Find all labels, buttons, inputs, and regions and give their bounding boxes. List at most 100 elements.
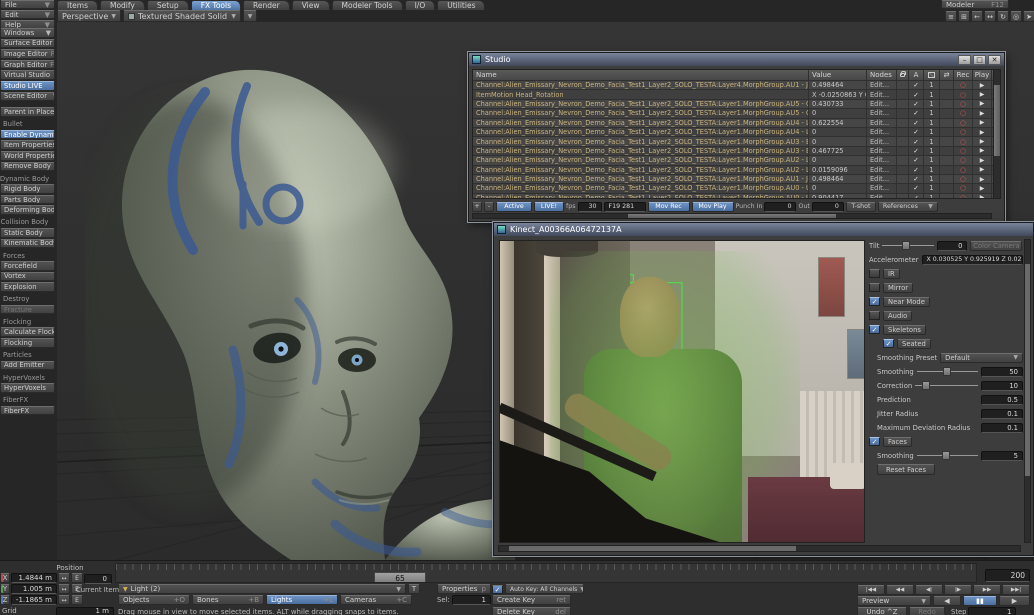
active-checkmark[interactable]: ✓ (909, 137, 924, 145)
sidebar-item[interactable]: Kinematic Body (0, 239, 55, 249)
remove-button[interactable]: - (484, 202, 494, 212)
transport-button[interactable]: ◀| (915, 585, 943, 595)
channel-row[interactable]: Channel:Alien_Emissary_Nevron_Demo_Facia… (473, 156, 1000, 165)
sidebar-item[interactable]: Enable Dynamics (0, 130, 55, 140)
main-tab[interactable]: Render (243, 0, 290, 10)
close-button[interactable]: ✕ (988, 55, 1001, 65)
out-field[interactable]: 0 (812, 202, 844, 212)
lock-cell[interactable] (897, 184, 909, 192)
channel-value[interactable]: 0.622554 (809, 119, 867, 127)
properties-button[interactable]: Properties p (437, 584, 491, 594)
menu-button[interactable]: File ▼ (0, 0, 55, 9)
sidebar-item[interactable]: Bullet (0, 120, 55, 129)
viewport-nav-icon[interactable]: ↔ (984, 11, 996, 22)
nodes-edit-button[interactable]: Edit... (867, 166, 897, 174)
delete-key-button[interactable]: Delete Key del (492, 607, 571, 615)
viewport-nav-icon[interactable]: ⊞ (958, 11, 970, 22)
main-tab[interactable]: Items (57, 0, 98, 10)
lock-cell[interactable] (897, 175, 909, 183)
lock-cell[interactable] (897, 194, 909, 199)
checkbox-icon[interactable] (869, 283, 880, 292)
channel-value[interactable]: 0 (809, 137, 867, 145)
channel-value[interactable]: 0 (809, 128, 867, 136)
toggle-label-chip[interactable]: Skeletons (883, 325, 926, 335)
sidebar-item[interactable]: Scene Editor ▼ (0, 92, 55, 102)
channel-row[interactable]: Channel:Alien_Emissary_Nevron_Demo_Facia… (473, 100, 1000, 109)
graph-icon[interactable] (924, 70, 940, 80)
nodes-edit-button[interactable]: Edit... (867, 147, 897, 155)
record-toggle[interactable]: ○ (954, 175, 973, 183)
item-type-button[interactable]: Bones +B (192, 595, 264, 605)
channel-value[interactable]: 0.498464 (809, 175, 867, 183)
active-checkmark[interactable]: ✓ (909, 156, 924, 164)
main-tab[interactable]: FX Tools (191, 0, 241, 10)
sidebar-item[interactable]: Particles (0, 351, 55, 360)
sidebar-item[interactable]: Flocking (0, 338, 55, 348)
sidebar-item[interactable]: Destroy (0, 295, 55, 304)
lock-cell[interactable] (897, 109, 909, 117)
col-rec[interactable]: Rec (954, 70, 973, 80)
param-slider[interactable] (915, 381, 978, 390)
mov-play-button[interactable]: Mov Play (692, 202, 734, 212)
end-frame-field[interactable]: 200 (985, 569, 1030, 582)
channel-value[interactable]: 0.467725 (809, 147, 867, 155)
play-toggle[interactable]: ▶ (973, 81, 992, 89)
kinect-titlebar[interactable]: Kinect_A00366A06472137A (494, 223, 1033, 236)
active-checkmark[interactable]: ✓ (909, 184, 924, 192)
param-slider[interactable] (917, 367, 978, 376)
studio-titlebar[interactable]: Studio – □ ✕ (469, 53, 1004, 66)
toggle-label-chip[interactable]: Faces (883, 437, 912, 447)
channel-row[interactable]: Channel:Alien_Emissary_Nevron_Demo_Facia… (473, 81, 1000, 90)
sidebar-item[interactable]: Parts Body (0, 195, 55, 205)
channel-value[interactable]: 0 (809, 184, 867, 192)
faces-smoothing-slider[interactable] (917, 451, 978, 460)
toggle-label-chip[interactable]: Near Mode (883, 297, 930, 307)
sidebar-item[interactable]: Static Body (0, 228, 55, 238)
nodes-edit-button[interactable]: Edit... (867, 100, 897, 108)
envelope-button[interactable]: E (71, 595, 83, 605)
viewport-nav-icon[interactable]: ← (971, 11, 983, 22)
play-toggle[interactable]: ▶ (973, 166, 992, 174)
checkbox-icon[interactable] (869, 269, 880, 278)
sidebar-item[interactable]: Windows ▼ (0, 28, 55, 38)
param-field[interactable]: 0.5 (981, 395, 1023, 405)
record-toggle[interactable]: ○ (954, 156, 973, 164)
sidebar-item[interactable]: HyperVoxels (0, 383, 55, 393)
play-toggle[interactable]: ▶ (973, 128, 992, 136)
active-checkmark[interactable]: ✓ (909, 109, 924, 117)
lock-cell[interactable] (897, 166, 909, 174)
item-t-button[interactable]: T (408, 584, 420, 594)
current-item-dropdown[interactable]: ▼ Light (2) ▼ (118, 584, 406, 594)
play-toggle[interactable]: ▶ (973, 100, 992, 108)
param-field[interactable]: 50 (981, 367, 1023, 377)
channel-value[interactable]: 0 (809, 156, 867, 164)
sidebar-item[interactable]: FiberFX (0, 396, 55, 405)
maximize-button[interactable]: □ (973, 55, 986, 65)
sidebar-item[interactable]: Forces (0, 251, 55, 260)
lock-cell[interactable] (897, 100, 909, 108)
param-field[interactable]: 0.1 (981, 423, 1023, 433)
sidebar-item[interactable]: Vortex (0, 272, 55, 282)
sidebar-item[interactable]: Graph Editor F2 (0, 60, 55, 70)
shading-extra-dropdown[interactable]: ▼ (243, 10, 257, 22)
sidebar-item[interactable]: Parent in Place (0, 107, 55, 117)
item-type-button[interactable]: Objects +O (118, 595, 190, 605)
nodes-edit-button[interactable]: Edit... (867, 184, 897, 192)
redo-button[interactable]: Redo (909, 607, 945, 615)
channel-row[interactable]: Channel:Alien_Emissary_Nevron_Demo_Facia… (473, 137, 1000, 146)
transfer-icon[interactable]: ⇄ (940, 70, 954, 80)
param-field[interactable]: 10 (981, 381, 1023, 391)
record-toggle[interactable]: ○ (954, 166, 973, 174)
channel-value[interactable]: 0.498464 (809, 81, 867, 89)
sidebar-item[interactable]: Calculate Flocks (0, 327, 55, 337)
play-toggle[interactable]: ▶ (973, 194, 992, 199)
lock-cell[interactable] (897, 156, 909, 164)
play-backward-button[interactable]: ◀ (933, 596, 961, 606)
record-toggle[interactable]: ○ (954, 137, 973, 145)
param-field[interactable]: 0.1 (981, 409, 1023, 419)
live-toggle[interactable]: LIVE! (534, 202, 564, 212)
active-toggle[interactable]: Active (496, 202, 532, 212)
item-type-button[interactable]: Cameras +C (340, 595, 412, 605)
envelope-button[interactable]: E (71, 573, 83, 583)
sidebar-item[interactable]: Remove Body (0, 162, 55, 172)
